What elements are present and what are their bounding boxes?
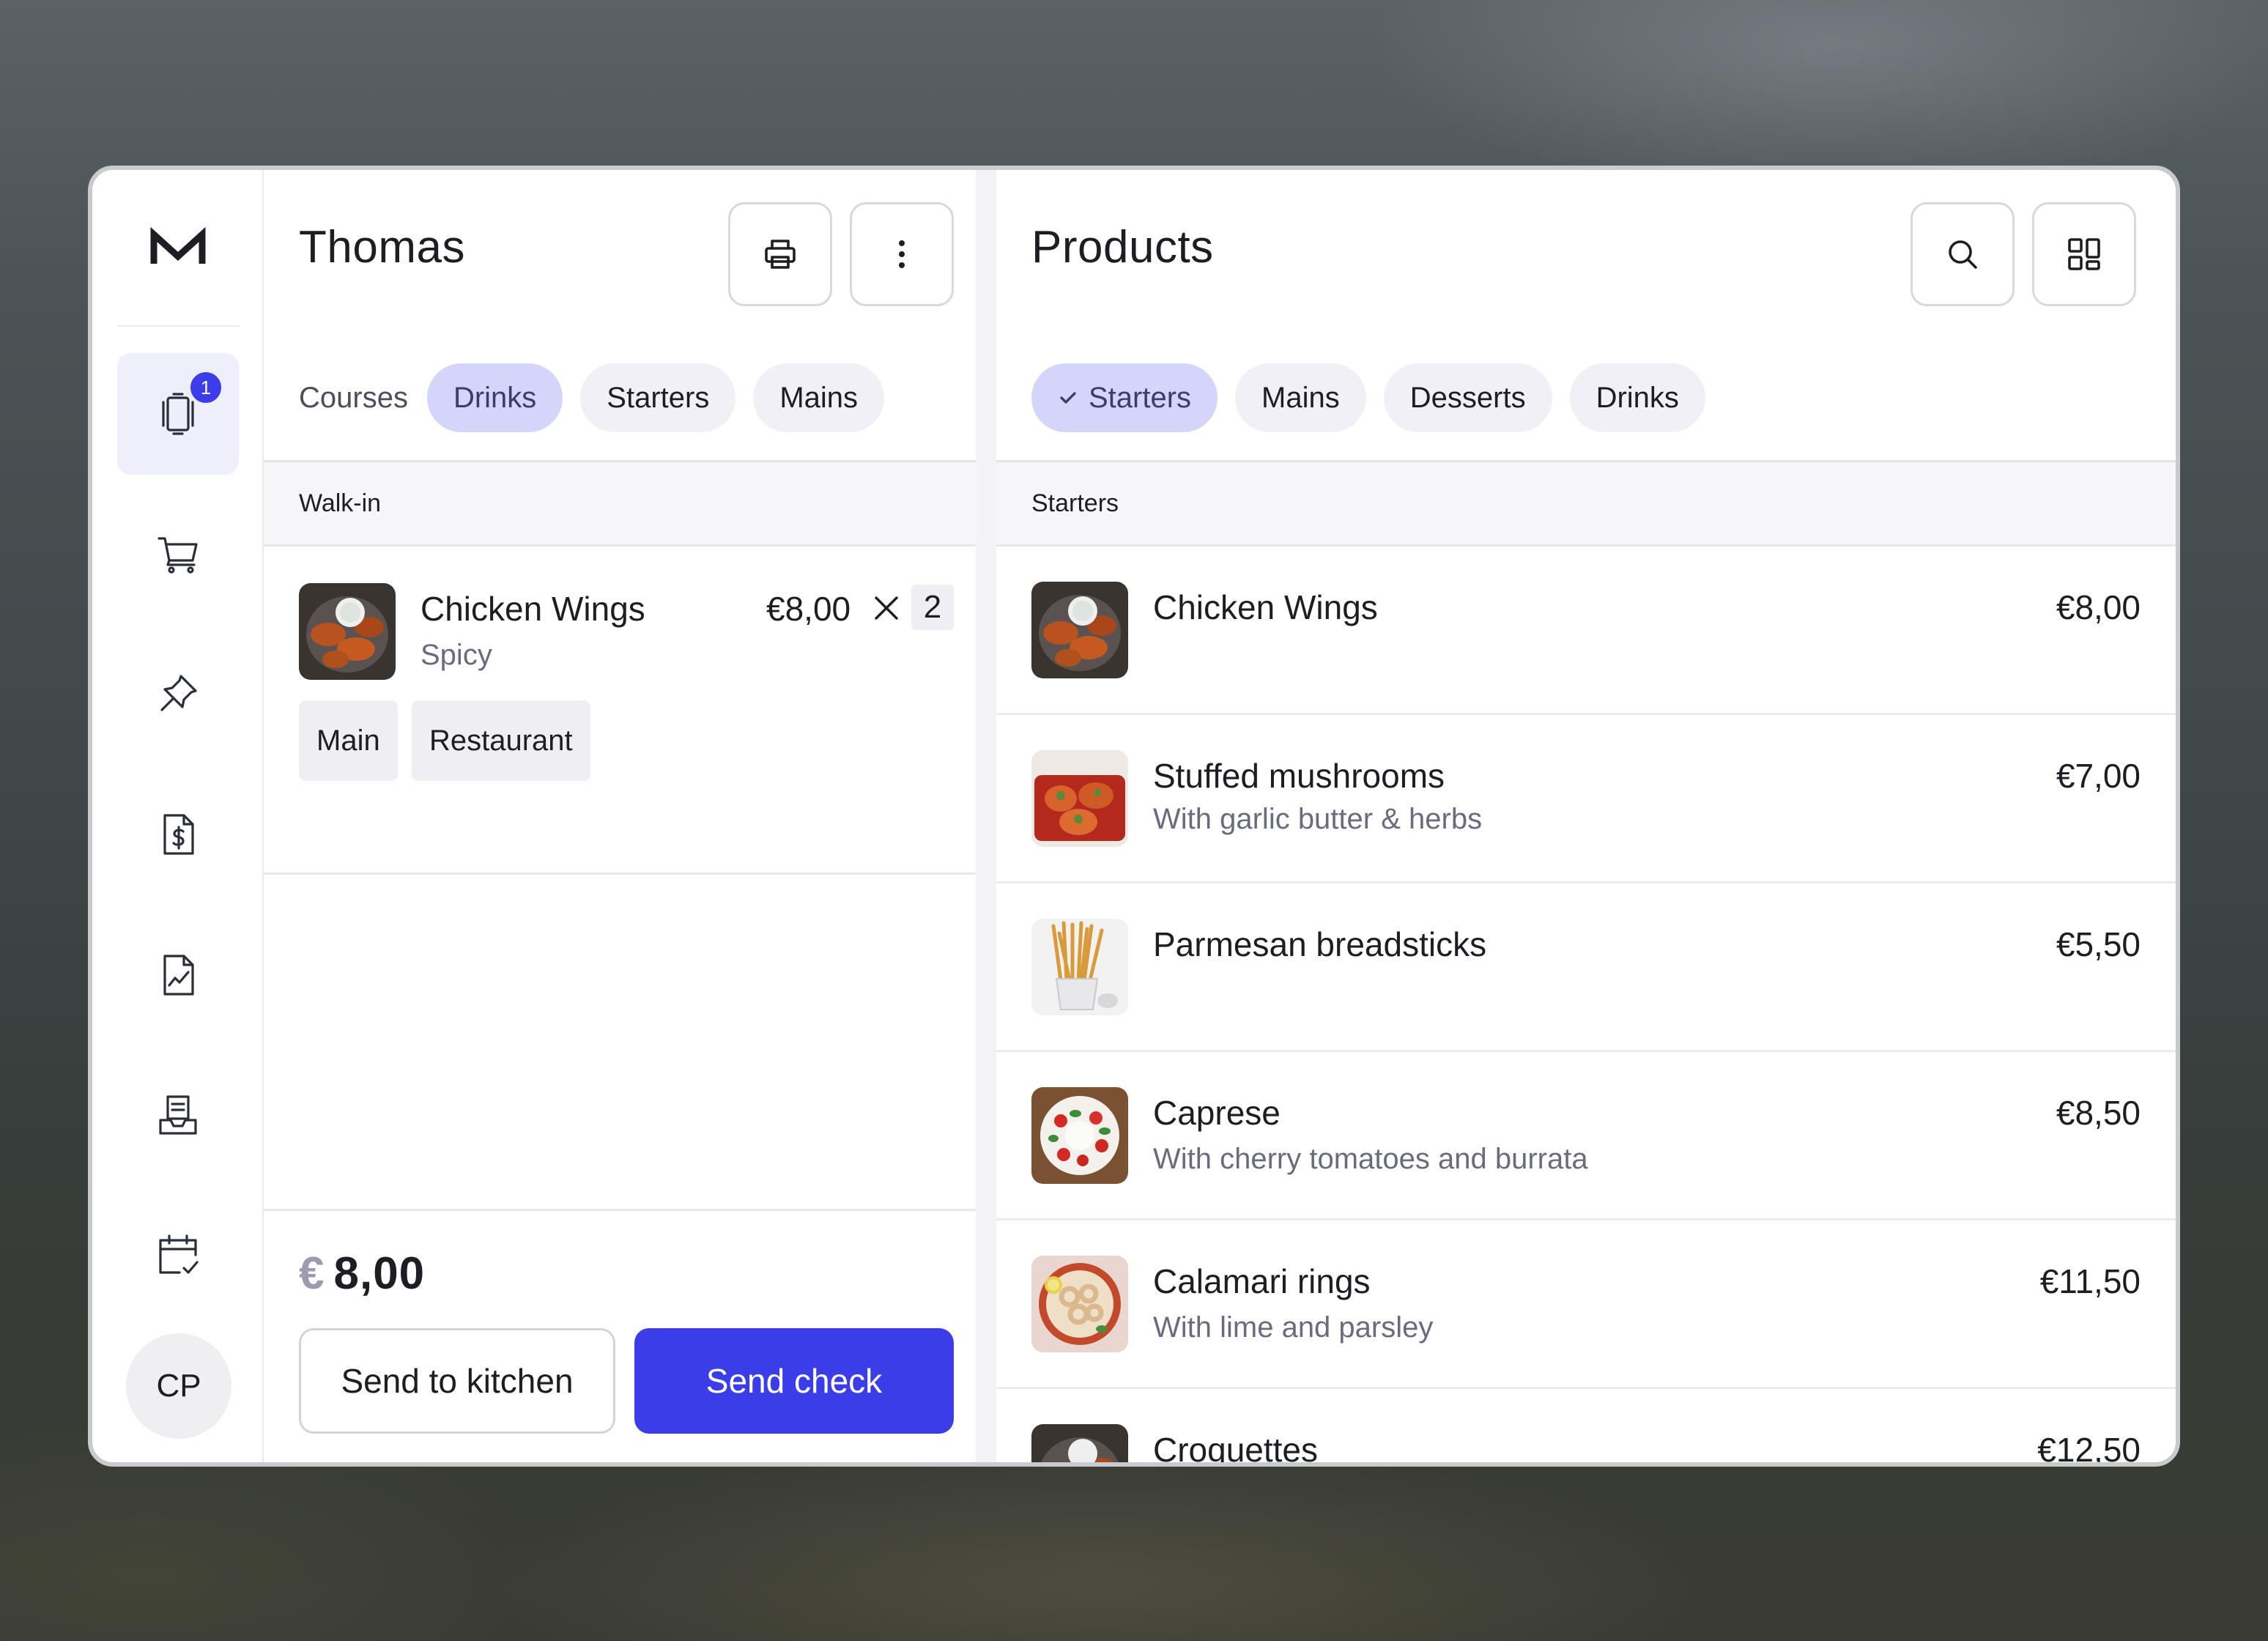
chip-mains[interactable]: Mains [753, 363, 885, 432]
chip-starters-label: Starters [1089, 381, 1192, 414]
chip-drinks[interactable]: Drinks [1569, 363, 1705, 432]
product-price: €8,50 [2056, 1094, 2141, 1132]
order-item-quantity[interactable]: 2 [911, 585, 954, 630]
category-filter: Starters Mains Desserts Drinks [1031, 363, 1705, 432]
product-thumbnail [1031, 1087, 1128, 1184]
chip-mains[interactable]: Mains [1235, 363, 1366, 432]
cart-icon [158, 537, 198, 574]
product-row[interactable]: Caprese With cherry tomatoes and burrata… [996, 1052, 2176, 1220]
product-row[interactable]: Chicken Wings €8,00 [996, 547, 2176, 715]
breadsticks-image [1031, 919, 1128, 1015]
product-price: €8,00 [2056, 588, 2141, 626]
search-icon [1949, 240, 1977, 269]
order-footer: €8,00 Send to kitchen Send check [264, 1209, 976, 1462]
orders-badge: 1 [188, 369, 224, 406]
more-vertical-icon [899, 240, 905, 268]
sidebar-item-orders[interactable]: 1 [117, 353, 239, 475]
sidebar-divider [117, 325, 239, 327]
product-thumbnail [1031, 582, 1128, 678]
order-line-item[interactable]: Chicken Wings Spicy €8,00 2 Main Restaur… [264, 547, 976, 875]
products-title: Products [1031, 222, 1214, 273]
product-row[interactable]: Stuffed mushrooms With garlic butter & h… [996, 715, 2176, 884]
stuffed-mushrooms-image [1031, 750, 1128, 847]
sidebar-item-reports[interactable] [117, 914, 239, 1036]
courses-label: Courses [299, 381, 408, 414]
app-logo [150, 227, 206, 264]
chip-starters[interactable]: Starters [1031, 363, 1218, 432]
section-label: Starters [1031, 489, 1119, 517]
caprese-image [1031, 1087, 1128, 1184]
product-price: €7,00 [2056, 757, 2141, 795]
product-description: With garlic butter & herbs [1153, 803, 1483, 835]
sidebar: 1 CP [92, 170, 264, 1462]
product-thumbnail [1031, 750, 1128, 847]
product-price: €11,50 [2039, 1262, 2141, 1300]
multiply-icon [875, 596, 898, 620]
chip-starters[interactable]: Starters [580, 363, 736, 432]
order-item-note: Spicy [420, 639, 492, 671]
sidebar-item-calendar[interactable] [117, 1194, 239, 1316]
calendar-check-icon [159, 1234, 199, 1274]
order-title: Thomas [299, 222, 465, 273]
calamari-image [1031, 1256, 1128, 1352]
order-item-name: Chicken Wings [420, 590, 645, 628]
printer-icon [765, 240, 796, 269]
invoice-icon [163, 814, 194, 855]
products-panel: Products Starters Mains Desserts Drinks [996, 170, 2176, 1462]
product-name: Stuffed mushrooms [1153, 757, 1445, 795]
product-name: Caprese [1153, 1094, 1281, 1132]
chip-desserts[interactable]: Desserts [1383, 363, 1552, 432]
more-options-button[interactable] [850, 202, 954, 306]
product-price: €12,50 [2037, 1431, 2141, 1462]
user-avatar[interactable]: CP [126, 1333, 231, 1439]
pos-window: 1 CP Thomas Courses Drinks Starters Main… [88, 166, 2180, 1467]
product-name: Croquettes [1153, 1431, 1319, 1462]
send-to-kitchen-button[interactable]: Send to kitchen [299, 1328, 615, 1434]
sidebar-item-inbox[interactable] [117, 1055, 239, 1177]
section-label: Walk-in [299, 489, 382, 517]
total-amount: 8,00 [333, 1248, 426, 1299]
product-thumbnail [1031, 1256, 1128, 1352]
item-thumbnail [299, 583, 396, 680]
product-description: With cherry tomatoes and burrata [1153, 1143, 1588, 1175]
tag-main[interactable]: Main [299, 700, 398, 781]
check-icon [1060, 392, 1076, 404]
product-row[interactable]: Parmesan breadsticks €5,50 [996, 884, 2176, 1052]
send-check-button[interactable]: Send check [634, 1328, 954, 1434]
chip-drinks[interactable]: Drinks [426, 363, 563, 432]
sidebar-item-cart[interactable] [117, 492, 239, 614]
print-button[interactable] [728, 202, 832, 306]
sidebar-item-invoices[interactable] [117, 774, 239, 895]
sidebar-item-pinned[interactable] [117, 633, 239, 755]
order-total: €8,00 [299, 1248, 425, 1300]
total-currency: € [299, 1248, 325, 1299]
search-button[interactable] [1911, 202, 2015, 306]
product-name: Parmesan breadsticks [1153, 925, 1487, 963]
product-name: Chicken Wings [1153, 588, 1378, 626]
product-row[interactable]: Calamari rings With lime and parsley €11… [996, 1220, 2176, 1389]
chicken-wings-image [299, 583, 396, 680]
croquettes-image [1031, 1424, 1128, 1462]
order-section-header: Walk-in [264, 460, 976, 547]
order-panel: Thomas Courses Drinks Starters Mains Wal… [264, 170, 996, 1462]
grid-icon [2068, 238, 2100, 270]
product-row[interactable]: Croquettes €12,50 [996, 1389, 2176, 1462]
product-thumbnail [1031, 1424, 1128, 1462]
product-price: €5,50 [2056, 925, 2141, 963]
product-description: With lime and parsley [1153, 1311, 1434, 1344]
grid-view-button[interactable] [2032, 202, 2136, 306]
order-item-price: €8,00 [766, 590, 851, 628]
products-section-header: Starters [996, 460, 2176, 547]
inbox-icon [159, 1095, 197, 1135]
course-filter: Courses Drinks Starters Mains [299, 363, 885, 432]
chicken-wings-image [1031, 582, 1128, 678]
product-name: Calamari rings [1153, 1262, 1371, 1300]
report-icon [163, 955, 194, 996]
product-thumbnail [1031, 919, 1128, 1015]
pin-icon [160, 675, 197, 711]
tag-restaurant[interactable]: Restaurant [412, 700, 590, 781]
